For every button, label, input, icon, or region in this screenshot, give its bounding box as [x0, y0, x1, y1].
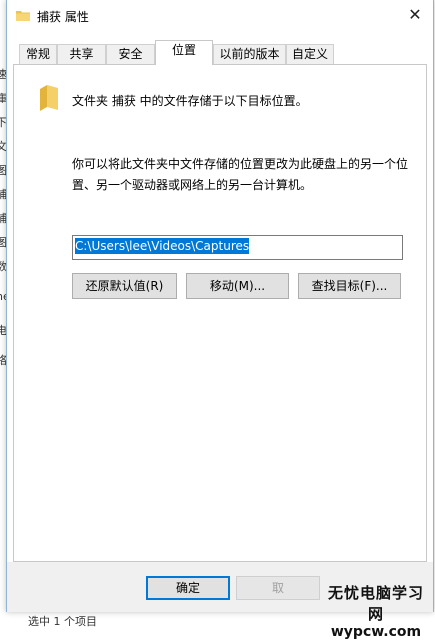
- title-bar[interactable]: 捕获 属性 ✕: [7, 0, 433, 32]
- tab-location[interactable]: 位置: [155, 40, 213, 65]
- tab-customize[interactable]: 自定义: [286, 44, 334, 64]
- move-button[interactable]: 移动(M)...: [186, 273, 289, 299]
- close-icon: ✕: [408, 5, 422, 24]
- ok-button[interactable]: 确定: [146, 576, 230, 600]
- folder-icon: [16, 11, 30, 21]
- location-panel: 文件夹 捕获 中的文件存储于以下目标位置。 你可以将此文件夹中文件存储的位置更改…: [13, 64, 427, 562]
- location-path-value: C:\Users\lee\Videos\Captures: [75, 238, 250, 254]
- location-description: 文件夹 捕获 中的文件存储于以下目标位置。: [72, 94, 308, 108]
- tab-sharing[interactable]: 共享: [57, 44, 106, 64]
- cancel-button[interactable]: 取: [236, 576, 320, 600]
- location-help-text: 你可以将此文件夹中文件存储的位置更改为此硬盘上的另一个位置、另一个驱动器或网络上…: [72, 157, 409, 192]
- location-path-input[interactable]: C:\Users\lee\Videos\Captures: [72, 235, 403, 260]
- folder-icon: [40, 85, 58, 111]
- find-target-button[interactable]: 查找目标(F)...: [298, 273, 401, 299]
- restore-default-button[interactable]: 还原默认值(R): [72, 273, 177, 299]
- site-watermark: 无忧电脑学习网 wypcw.com: [321, 582, 431, 640]
- watermark-line1: 无忧电脑学习网: [327, 584, 424, 623]
- window-title: 捕获 属性: [37, 10, 89, 24]
- tab-security[interactable]: 安全: [106, 44, 155, 64]
- watermark-line2: wypcw.com: [330, 624, 422, 640]
- tab-previous-versions[interactable]: 以前的版本: [213, 44, 286, 64]
- status-bar-text: 选中 1 个项目: [28, 615, 97, 628]
- tab-general[interactable]: 常规: [19, 44, 57, 64]
- close-button[interactable]: ✕: [403, 4, 427, 26]
- properties-dialog: 捕获 属性 ✕ 常规 共享 安全 位置 以前的版本 自定义 文件夹 捕获 中的文…: [6, 0, 434, 612]
